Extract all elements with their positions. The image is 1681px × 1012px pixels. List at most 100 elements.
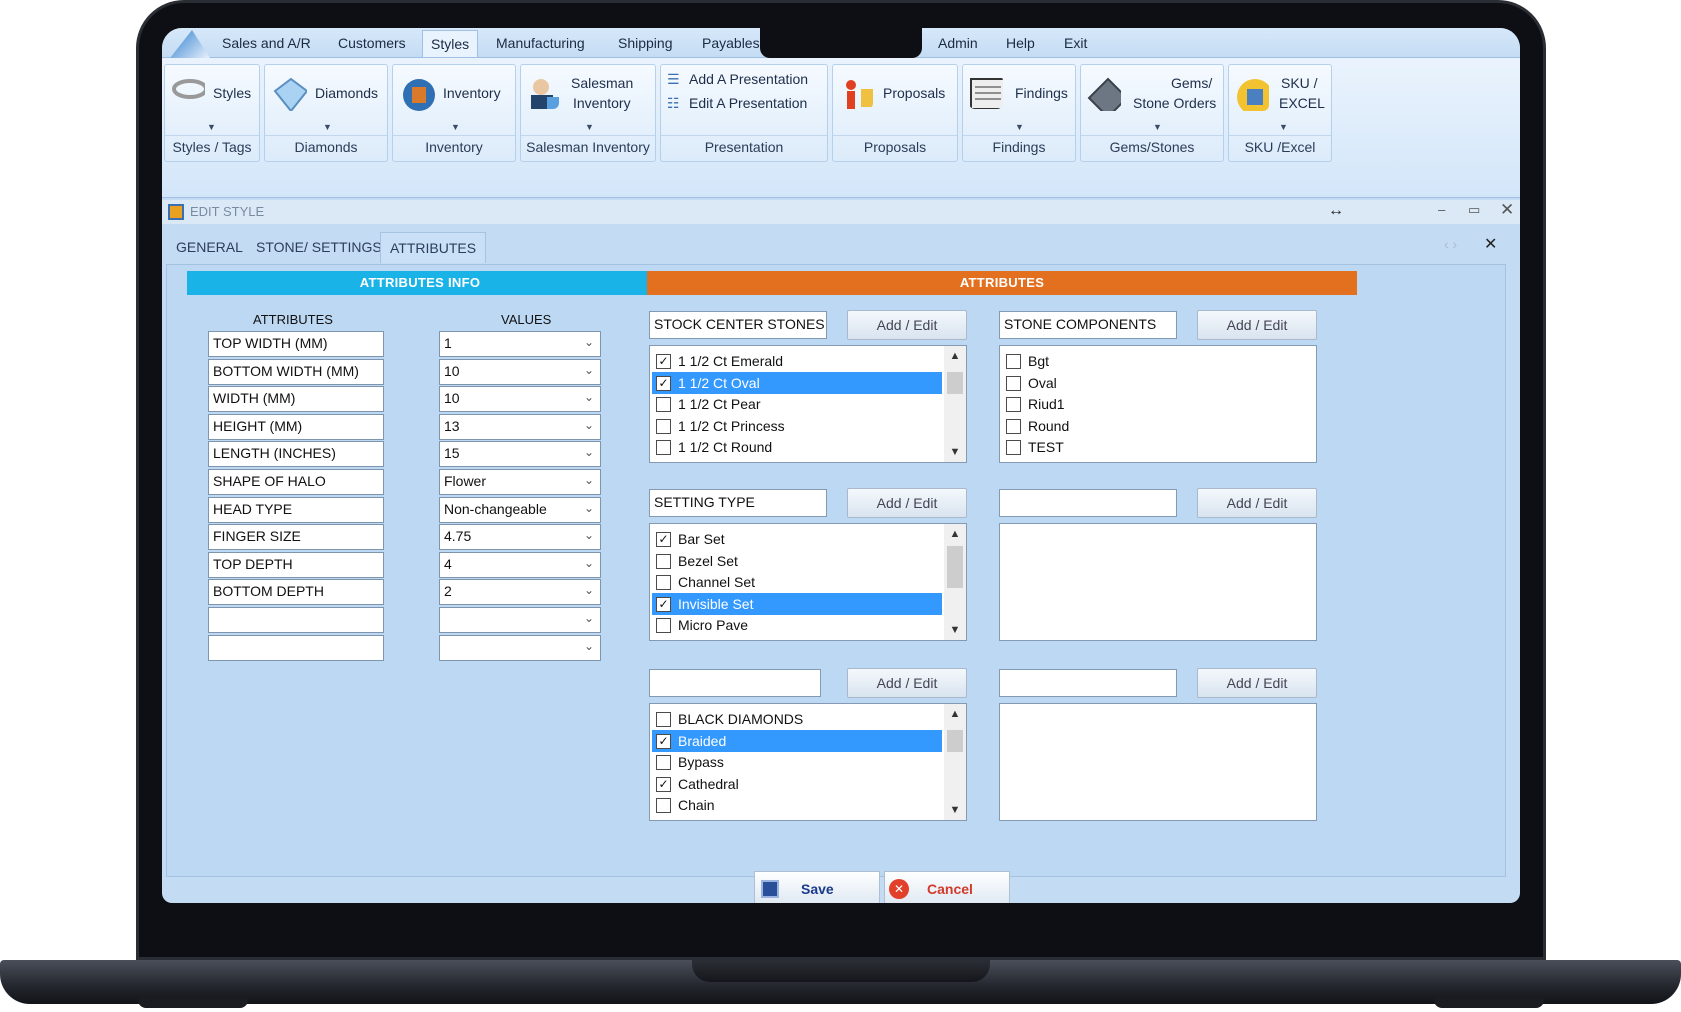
tab-general[interactable]: GENERAL	[176, 239, 243, 255]
checkbox-unchecked[interactable]	[1006, 375, 1021, 391]
tab-stone-settings[interactable]: STONE/ SETTINGS	[256, 239, 382, 255]
panel-title-field[interactable]	[999, 669, 1177, 697]
panel-title-field[interactable]	[999, 489, 1177, 517]
scroll-up-icon[interactable]: ▲	[944, 346, 966, 366]
edit-presentation-button[interactable]: ☷ Edit A Presentation	[667, 93, 827, 115]
checkbox-unchecked[interactable]	[1006, 440, 1021, 456]
panel-title-field[interactable]: STOCK CENTER STONES	[649, 311, 827, 339]
attribute-value-dropdown[interactable]: Non-changeable ⌄	[439, 496, 601, 523]
menu-shipping[interactable]: Shipping	[618, 35, 673, 51]
attribute-name-field[interactable]: HEAD TYPE	[208, 496, 384, 523]
attribute-name-field[interactable]: BOTTOM DEPTH	[208, 579, 384, 606]
salesman-inventory-button[interactable]: Salesman Inventory ▼	[521, 71, 657, 135]
scrollbar[interactable]: ▲ ▼	[944, 346, 966, 462]
diamonds-button[interactable]: Diamonds ▼	[265, 71, 389, 135]
attribute-name-field[interactable]	[208, 607, 384, 633]
checkbox-unchecked[interactable]	[656, 755, 671, 771]
scrollbar[interactable]: ▲ ▼	[944, 524, 966, 640]
close-tab-icon[interactable]: ✕	[1484, 234, 1497, 254]
close-icon[interactable]: ✕	[1500, 200, 1514, 220]
checkbox-list[interactable]: BLACK DIAMONDS ✓ Braided Bypass ✓ Cathedral Ch…	[649, 703, 967, 821]
scroll-thumb[interactable]	[947, 372, 963, 394]
attribute-value-dropdown[interactable]: 10 ⌄	[439, 358, 601, 385]
attribute-name-field[interactable]: TOP DEPTH	[208, 551, 384, 578]
panel-title-field[interactable]	[649, 669, 821, 697]
checkbox-unchecked[interactable]	[656, 618, 671, 634]
findings-button[interactable]: Findings ▼	[963, 71, 1077, 135]
attribute-name-field[interactable]: FINGER SIZE	[208, 524, 384, 551]
scroll-down-icon[interactable]: ▼	[944, 800, 966, 820]
scroll-thumb[interactable]	[947, 730, 963, 752]
checkbox-checked[interactable]: ✓	[656, 733, 671, 749]
attribute-value-dropdown[interactable]: 1 ⌄	[439, 331, 601, 357]
menu-manufacturing[interactable]: Manufacturing	[496, 35, 585, 51]
checkbox-unchecked[interactable]	[656, 798, 671, 814]
add-edit-button[interactable]: Add / Edit	[847, 488, 967, 518]
resize-icon[interactable]: ↔	[1328, 202, 1344, 220]
scroll-down-icon[interactable]: ▼	[944, 442, 966, 462]
scroll-up-icon[interactable]: ▲	[944, 524, 966, 544]
checkbox-checked[interactable]: ✓	[656, 532, 671, 547]
checkbox-unchecked[interactable]	[656, 397, 671, 413]
checkbox-unchecked[interactable]	[1006, 418, 1021, 434]
attribute-value-dropdown[interactable]: 15 ⌄	[439, 441, 601, 468]
minimize-icon[interactable]: –	[1438, 202, 1445, 217]
menu-help[interactable]: Help	[1006, 35, 1035, 51]
checkbox-unchecked[interactable]	[656, 575, 671, 591]
list-item[interactable]: ✓ Invisible Set	[652, 592, 942, 615]
tab-scroll-arrows[interactable]: ‹ ›	[1444, 236, 1457, 252]
styles-button[interactable]: Styles ▼	[165, 71, 261, 135]
panel-title-field[interactable]: SETTING TYPE	[649, 489, 827, 517]
checkbox-unchecked[interactable]	[1006, 397, 1021, 413]
gems-stone-orders-button[interactable]: Gems/ Stone Orders ▼	[1081, 71, 1225, 135]
list-item[interactable]: TEST	[1002, 436, 1064, 458]
list-item[interactable]: Round	[1002, 415, 1069, 437]
attribute-name-field[interactable]	[208, 634, 384, 661]
list-item[interactable]: Chain	[652, 794, 715, 816]
list-item[interactable]: Oval	[1002, 372, 1057, 394]
checkbox-list[interactable]: ✓ Bar Set Bezel Set Channel Set ✓ Invisible S…	[649, 523, 967, 641]
checkbox-unchecked[interactable]	[656, 440, 671, 456]
scroll-thumb[interactable]	[947, 546, 963, 588]
tab-attributes[interactable]: ATTRIBUTES	[380, 232, 487, 263]
menu-styles[interactable]: Styles	[422, 30, 479, 57]
add-edit-button[interactable]: Add / Edit	[1197, 488, 1317, 518]
scroll-up-icon[interactable]: ▲	[944, 704, 966, 724]
attribute-value-dropdown[interactable]: 4.75 ⌄	[439, 524, 601, 551]
attribute-value-dropdown[interactable]: ⌄	[439, 607, 601, 633]
scroll-down-icon[interactable]: ▼	[944, 620, 966, 640]
list-item[interactable]: ✓ 1 1/2 Ct Oval	[652, 371, 942, 394]
attribute-name-field[interactable]: SHAPE OF HALO	[208, 469, 384, 495]
sku-excel-button[interactable]: SKU / EXCEL ▼	[1229, 71, 1333, 135]
attribute-value-dropdown[interactable]: 4 ⌄	[439, 551, 601, 578]
list-item[interactable]: BLACK DIAMONDS	[652, 708, 803, 730]
checkbox-list[interactable]: ✓ 1 1/2 Ct Emerald ✓ 1 1/2 Ct Oval 1 1/2 Ct …	[649, 345, 967, 463]
checkbox-list[interactable]: Bgt Oval Riud1 Round TEST	[999, 345, 1317, 463]
list-item[interactable]: Riud1	[1002, 393, 1065, 415]
checkbox-unchecked[interactable]	[656, 712, 671, 727]
add-edit-button[interactable]: Add / Edit	[1197, 310, 1317, 340]
list-item[interactable]: Micro Pave	[652, 614, 748, 636]
add-edit-button[interactable]: Add / Edit	[847, 310, 967, 340]
checkbox-unchecked[interactable]	[656, 553, 671, 569]
attribute-value-dropdown[interactable]: 2 ⌄	[439, 579, 601, 606]
checkbox-list[interactable]	[999, 523, 1317, 641]
list-item[interactable]: 1 1/2 Ct Princess	[652, 415, 785, 437]
checkbox-checked[interactable]: ✓	[656, 354, 671, 369]
add-edit-button[interactable]: Add / Edit	[847, 668, 967, 698]
attribute-value-dropdown[interactable]: 13 ⌄	[439, 413, 601, 440]
checkbox-checked[interactable]: ✓	[656, 776, 671, 792]
list-item[interactable]: Bypass	[652, 751, 724, 773]
attribute-value-dropdown[interactable]: Flower ⌄	[439, 469, 601, 495]
menu-sales[interactable]: Sales and A/R	[222, 35, 311, 51]
save-button[interactable]: Save	[754, 871, 880, 903]
attribute-name-field[interactable]: TOP WIDTH (MM)	[208, 331, 384, 357]
menu-payables[interactable]: Payables	[702, 35, 760, 51]
list-item[interactable]: ✓ 1 1/2 Ct Emerald	[652, 350, 783, 372]
proposals-button[interactable]: Proposals	[833, 71, 959, 135]
list-item[interactable]: ✓ Braided	[652, 729, 942, 752]
attribute-value-dropdown[interactable]: ⌄	[439, 634, 601, 661]
list-item[interactable]: 1 1/2 Ct Pear	[652, 393, 761, 415]
menu-admin[interactable]: Admin	[938, 35, 978, 51]
attribute-name-field[interactable]: BOTTOM WIDTH (MM)	[208, 358, 384, 385]
